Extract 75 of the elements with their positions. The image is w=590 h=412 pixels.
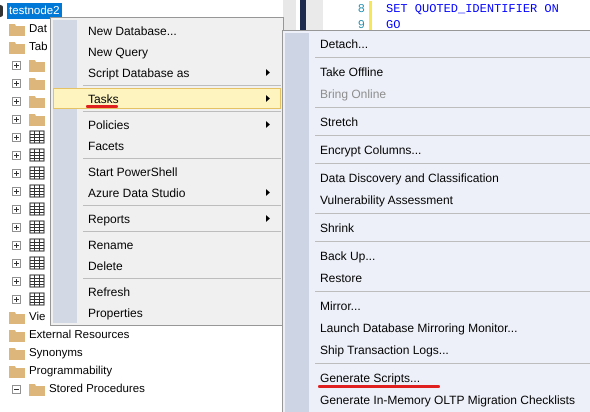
tree-item[interactable]: testnode2 [7,3,62,19]
tree-item[interactable]: Tab [29,39,48,55]
folder-icon [9,364,25,378]
tree-item[interactable]: Dat [29,21,47,37]
expand-icon[interactable] [12,114,21,124]
line-number: 9 [356,18,366,32]
menu-item[interactable]: Delete [53,255,281,276]
expand-icon[interactable] [12,150,21,160]
menu-item[interactable]: Script Database as [53,62,281,83]
menu-item[interactable]: Generate Scripts... [285,367,590,389]
table-icon [29,256,45,270]
tree-item[interactable]: Programmability [29,363,112,379]
menu-item[interactable]: Properties [53,302,281,323]
menu-item[interactable]: Rename [53,234,281,255]
folder-icon [9,310,25,324]
expand-icon[interactable] [12,60,21,70]
menu-item[interactable]: Back Up... [285,245,590,267]
tree-item[interactable]: Vie [29,309,46,325]
menu-item[interactable]: Launch Database Mirroring Monitor... [285,317,590,339]
expand-icon[interactable] [12,222,21,232]
menu-item[interactable]: Tasks [53,88,281,109]
menu-item[interactable]: Take Offline [285,61,590,83]
folder-icon [9,328,25,342]
tree-item[interactable]: Synonyms [29,345,83,361]
tree-item[interactable]: External Resources [29,327,130,343]
table-icon [29,130,45,144]
expand-icon[interactable] [12,240,21,250]
menu-item[interactable]: Reports [53,208,281,229]
menu-item[interactable]: Refresh [53,281,281,302]
expand-icon[interactable] [12,96,21,106]
menu-item[interactable]: Encrypt Columns... [285,139,590,161]
collapse-icon[interactable] [12,384,21,394]
folder-icon [29,94,45,108]
menu-item[interactable]: Policies [53,114,281,135]
menu-item[interactable]: Shrink [285,217,590,239]
menu-item[interactable]: Ship Transaction Logs... [285,339,590,361]
menu-item[interactable]: Restore [285,267,590,289]
folder-icon [9,346,25,360]
code-line: SET QUOTED_IDENTIFIER ON [386,2,559,16]
menu-item[interactable]: Data Discovery and Classification [285,167,590,189]
table-icon [29,220,45,234]
menu-item[interactable]: Generate In-Memory OLTP Migration Checklists [285,389,590,411]
menu-item[interactable]: Stretch [285,111,590,133]
line-number: 8 [356,2,366,16]
expand-icon[interactable] [12,186,21,196]
folder-icon [29,382,45,396]
expand-icon[interactable] [12,276,21,286]
expand-icon[interactable] [12,204,21,214]
table-icon [29,166,45,180]
menu-item[interactable]: New Query [53,41,281,62]
folder-icon [9,40,25,54]
menu-item[interactable]: Start PowerShell [53,161,281,182]
menu-item[interactable]: Vulnerability Assessment [285,189,590,211]
folder-icon [29,76,45,90]
tree-item[interactable]: Stored Procedures [49,381,145,397]
folder-icon [9,22,25,36]
table-icon [29,184,45,198]
folder-icon [29,112,45,126]
folder-icon [29,58,45,72]
expand-icon[interactable] [12,132,21,142]
menu-item[interactable]: Mirror... [285,295,590,317]
expand-icon[interactable] [12,78,21,88]
expand-icon[interactable] [12,168,21,178]
expand-icon[interactable] [12,258,21,268]
table-icon [29,274,45,288]
table-icon [29,292,45,306]
menu-item[interactable]: Facets [53,135,281,156]
table-icon [29,238,45,252]
code-line: GO [386,18,400,32]
table-icon [29,148,45,162]
table-icon [29,202,45,216]
menu-item[interactable]: Detach... [285,33,590,55]
menu-item[interactable]: Azure Data Studio [53,182,281,203]
expand-icon[interactable] [12,294,21,304]
menu-item[interactable]: New Database... [53,20,281,41]
